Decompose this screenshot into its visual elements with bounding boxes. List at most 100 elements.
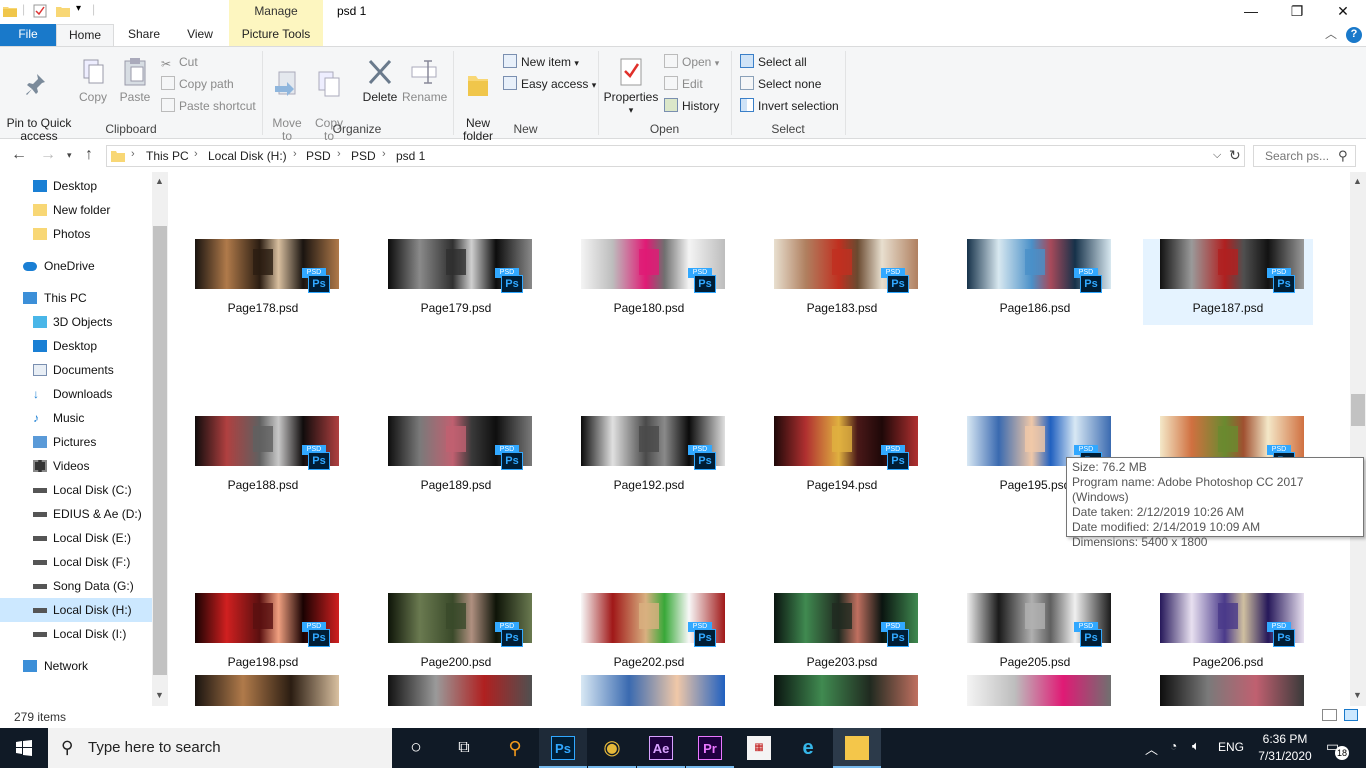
new-folder-icon[interactable] [56, 4, 70, 18]
tab-share[interactable]: Share [118, 24, 170, 46]
forward-arrow-icon[interactable]: → [40, 146, 56, 164]
up-arrow-icon[interactable]: ↑ [85, 146, 93, 164]
easy-access-button[interactable]: Easy access ▾ [503, 74, 596, 94]
large-icons-view-icon[interactable] [1344, 709, 1358, 721]
restore-button[interactable]: ❐ [1274, 0, 1320, 24]
file-tile[interactable]: PSD Ps Page188.psd [178, 416, 348, 502]
nav-item-desktop-2[interactable]: Desktop [0, 334, 152, 358]
file-tile[interactable]: PSD Ps Page203.psd [757, 593, 927, 679]
nav-item-this-pc[interactable]: This PC [0, 286, 152, 310]
nav-item-documents[interactable]: Documents [0, 358, 152, 382]
back-arrow-icon[interactable]: ← [11, 146, 27, 164]
taskbar-search-app-icon[interactable]: ⚲ [503, 736, 527, 760]
scroll-down-icon[interactable]: ▼ [155, 690, 164, 700]
scroll-down-icon[interactable]: ▼ [1353, 690, 1362, 700]
breadcrumb-psd-2[interactable]: PSD [351, 149, 376, 163]
psd-thumbnail[interactable] [1160, 675, 1304, 706]
paste-button[interactable]: Paste [116, 57, 154, 104]
file-tile[interactable]: PSD Ps Page192.psd [564, 416, 734, 502]
nav-item-edius-ae-d[interactable]: EDIUS & Ae (D:) [0, 502, 152, 526]
tab-view[interactable]: View [174, 24, 226, 46]
file-tile[interactable]: PSD Ps Page200.psd [371, 593, 541, 679]
nav-item-local-disk-h[interactable]: Local Disk (H:) [0, 598, 152, 622]
close-button[interactable]: ✕ [1320, 0, 1366, 24]
file-tile[interactable]: PSD Ps Page183.psd [757, 239, 927, 325]
new-item-button[interactable]: New item ▾ [503, 52, 579, 72]
file-tile[interactable]: PSD Ps Page194.psd [757, 416, 927, 502]
psd-thumbnail[interactable] [581, 675, 725, 706]
taskbar-cortana-icon[interactable]: ○ [404, 736, 428, 760]
breadcrumb-local-disk-h[interactable]: Local Disk (H:) [208, 149, 287, 163]
edit-button[interactable]: Edit [664, 74, 703, 94]
breadcrumb-chevron-icon[interactable]: › [382, 148, 386, 160]
nav-item-photos[interactable]: Photos [0, 222, 152, 246]
nav-item-pictures[interactable]: Pictures [0, 430, 152, 454]
file-tile[interactable]: PSD Ps Page198.psd [178, 593, 348, 679]
file-tile[interactable]: PSD Ps Page202.psd [564, 593, 734, 679]
file-tile[interactable]: PSD Ps Page179.psd [371, 239, 541, 325]
select-none-button[interactable]: Select none [740, 74, 821, 94]
volume-icon[interactable]: 🔈︎ [1192, 738, 1200, 754]
file-tile[interactable]: PSD Ps Page180.psd [564, 239, 734, 325]
taskbar-file-explorer-icon[interactable]: ▬ [845, 736, 869, 760]
language-indicator[interactable]: ENG [1218, 740, 1244, 754]
nav-scrollbar-thumb[interactable] [153, 226, 167, 675]
file-tile[interactable]: PSD Ps Page186.psd [950, 239, 1120, 325]
nav-item-onedrive[interactable]: OneDrive [0, 254, 152, 278]
history-button[interactable]: History [664, 96, 719, 116]
customize-quick-access-icon[interactable]: ▾ [76, 3, 81, 14]
cut-button[interactable]: ✂ Cut [161, 52, 198, 72]
windows-start-icon[interactable] [16, 740, 32, 756]
nav-item-new-folder[interactable]: New folder [0, 198, 152, 222]
nav-item-local-disk-c[interactable]: Local Disk (C:) [0, 478, 152, 502]
properties-button[interactable]: Properties ▾ [603, 57, 659, 117]
taskbar-calendar-icon[interactable]: ▦ [747, 736, 771, 760]
delete-button[interactable]: Delete [360, 57, 400, 104]
taskbar-search-input[interactable]: ⚲ Type here to search [48, 728, 392, 768]
tab-home[interactable]: Home [56, 24, 114, 46]
taskbar-task-view-icon[interactable]: ⧉ [452, 736, 476, 760]
paste-shortcut-button[interactable]: Paste shortcut [161, 96, 256, 116]
nav-item-music[interactable]: ♪ Music [0, 406, 152, 430]
taskbar-edge-icon[interactable]: e [796, 736, 820, 760]
refresh-icon[interactable]: ↻ [1229, 147, 1241, 164]
clock[interactable]: 6:36 PM 7/31/2020 [1254, 731, 1316, 765]
psd-thumbnail[interactable] [388, 675, 532, 706]
invert-selection-button[interactable]: Invert selection [740, 96, 839, 116]
taskbar-chrome-icon[interactable]: ◉ [600, 736, 624, 760]
show-hidden-icons-icon[interactable]: ︿ [1145, 739, 1158, 758]
psd-thumbnail[interactable] [774, 675, 918, 706]
nav-item-videos[interactable]: Videos [0, 454, 152, 478]
file-tile[interactable]: PSD Ps Page206.psd [1143, 593, 1313, 679]
file-tile[interactable]: PSD Ps Page189.psd [371, 416, 541, 502]
minimize-button[interactable]: — [1228, 0, 1274, 24]
file-tile[interactable]: PSD Ps Page178.psd [178, 239, 348, 325]
psd-thumbnail[interactable] [967, 675, 1111, 706]
copy-button[interactable]: Copy [76, 57, 110, 104]
nav-item-downloads[interactable]: ↓ Downloads [0, 382, 152, 406]
scroll-up-icon[interactable]: ▲ [1353, 176, 1362, 186]
collapse-ribbon-icon[interactable]: ︿ [1322, 24, 1340, 46]
content-scrollbar[interactable] [1350, 172, 1366, 706]
taskbar-after-effects-icon[interactable]: Ae [649, 736, 673, 760]
taskbar-premiere-icon[interactable]: Pr [698, 736, 722, 760]
address-bar[interactable]: › This PC › Local Disk (H:) › PSD › PSD … [106, 145, 1245, 167]
taskbar-photoshop-icon[interactable]: Ps [551, 736, 575, 760]
search-input[interactable]: Search ps... ⚲ [1253, 145, 1356, 167]
nav-item-local-disk-i[interactable]: Local Disk (I:) [0, 622, 152, 646]
nav-item-local-disk-e[interactable]: Local Disk (E:) [0, 526, 152, 550]
breadcrumb-psd[interactable]: PSD [306, 149, 331, 163]
manage-tab-label[interactable]: Manage [229, 0, 323, 24]
nav-item-desktop[interactable]: Desktop [0, 174, 152, 198]
breadcrumb-chevron-icon[interactable]: › [194, 148, 198, 160]
open-button[interactable]: Open ▾ [664, 52, 719, 72]
tab-picture-tools[interactable]: Picture Tools [229, 24, 323, 46]
recent-locations-icon[interactable]: ▾ [67, 150, 72, 161]
file-tile[interactable]: PSD Ps Page205.psd [950, 593, 1120, 679]
help-icon[interactable]: ? [1346, 27, 1362, 43]
content-scrollbar-thumb[interactable] [1351, 394, 1365, 426]
breadcrumb-chevron-icon[interactable]: › [337, 148, 341, 160]
breadcrumb-this-pc[interactable]: This PC [146, 149, 189, 163]
scroll-up-icon[interactable]: ▲ [155, 176, 164, 186]
file-tile[interactable]: PSD Ps Page187.psd [1143, 239, 1313, 325]
